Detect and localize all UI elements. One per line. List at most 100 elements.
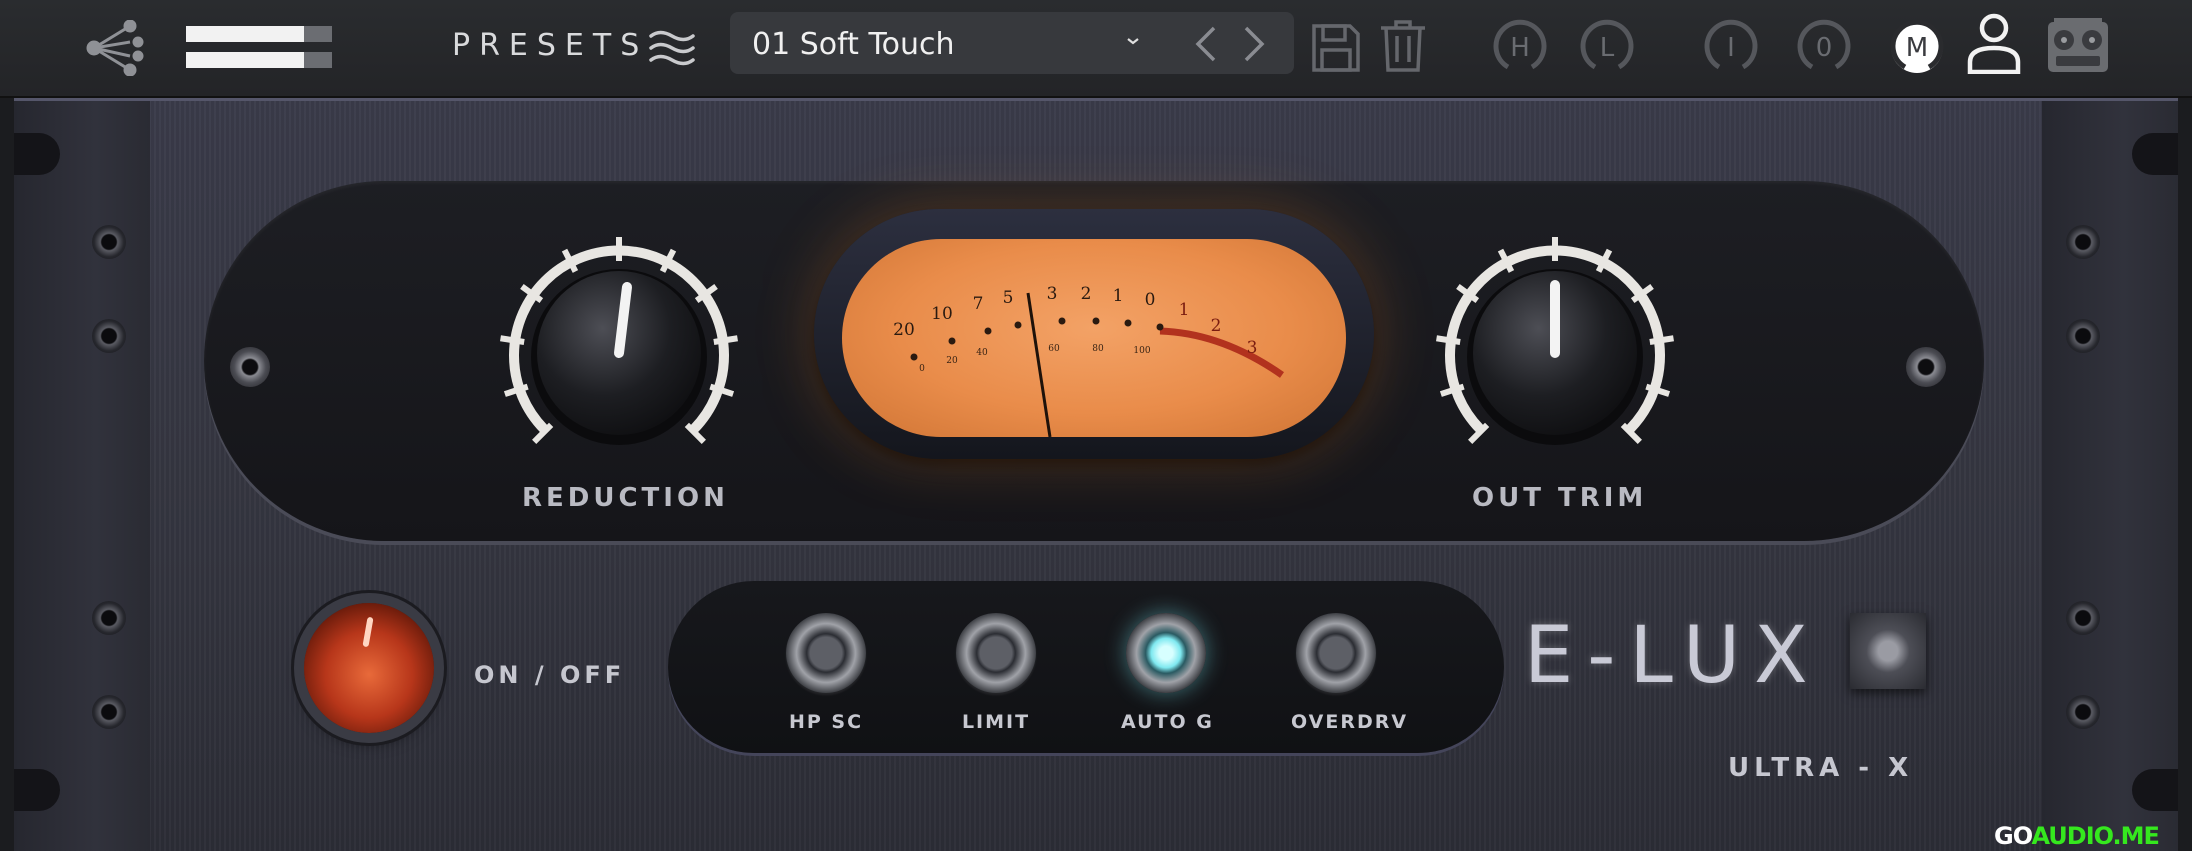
hq-button-letter: H: [1510, 33, 1530, 63]
mono-button-letter: M: [1906, 33, 1928, 63]
watermark-part-a: GO: [1994, 822, 2032, 850]
rack-screw: [2066, 319, 2100, 353]
onoff-label: ON / OFF: [474, 661, 626, 689]
out-trim-knob[interactable]: [1420, 219, 1690, 489]
rack-screw: [2066, 601, 2100, 635]
watermark-part-b: AUDIO.ME: [2031, 822, 2159, 850]
preset-selector[interactable]: 01 Soft Touch: [730, 12, 1294, 74]
previous-preset-icon[interactable]: [1190, 24, 1222, 64]
vu-percent-label: 60: [1048, 344, 1060, 354]
vu-scale-dot: [1156, 323, 1164, 331]
vu-meter: 20 10 7 5 3 2 1 0 1 2 3 0 20 40 60 80 100: [814, 209, 1374, 459]
level-bar-fill-bottom: [186, 52, 304, 68]
vu-scale-label: 7: [973, 294, 984, 314]
overdrive-switch[interactable]: OVERDRV: [1291, 613, 1409, 733]
rack-screw: [92, 225, 126, 259]
vu-scale-label: 2: [1211, 316, 1222, 336]
switch-panel: HP SC LIMIT AUTO G OVERDRV: [668, 581, 1504, 753]
vu-scale-dot: [948, 337, 956, 345]
knob-tick: [1649, 335, 1674, 345]
out-trim-label: OUT TRIM: [1472, 483, 1648, 513]
waves-icon[interactable]: [648, 26, 696, 70]
vu-scale-dot: [910, 353, 918, 361]
rack-screw: [92, 695, 126, 729]
auto-gain-led[interactable]: [1126, 613, 1206, 693]
limit-label: LIMIT: [961, 711, 1031, 733]
trash-icon[interactable]: [1378, 18, 1428, 74]
vu-percent-label: 100: [1133, 346, 1150, 356]
knob-tick: [1436, 335, 1461, 345]
rack-notch: [2132, 133, 2178, 175]
auto-gain-switch[interactable]: AUTO G: [1121, 613, 1214, 733]
vu-scale-dot: [1124, 319, 1132, 327]
rack-notch: [2132, 769, 2178, 811]
panel-screw: [230, 347, 270, 387]
mono-button[interactable]: M: [1888, 18, 1946, 76]
vu-scale-dot: [1014, 321, 1022, 329]
panel-screw: [1906, 347, 1946, 387]
vu-meter-face: 20 10 7 5 3 2 1 0 1 2 3 0 20 40 60 80 100: [842, 239, 1346, 437]
vu-scale-label: 1: [1179, 300, 1190, 320]
next-preset-icon[interactable]: [1238, 24, 1270, 64]
hp-sc-label: HP SC: [788, 711, 864, 733]
rack-screw: [92, 601, 126, 635]
input-button[interactable]: I: [1702, 18, 1760, 76]
vu-needle: [1026, 292, 1052, 437]
overdrive-label: OVERDRV: [1291, 711, 1409, 733]
share-network-icon[interactable]: [86, 19, 148, 77]
save-icon[interactable]: [1310, 22, 1362, 74]
auto-gain-label: AUTO G: [1121, 711, 1214, 733]
tape-machine-icon[interactable]: [2046, 16, 2110, 74]
rack-screw: [2066, 225, 2100, 259]
power-button[interactable]: [304, 603, 434, 733]
rack-screw: [92, 319, 126, 353]
vu-scale-dot: [1092, 317, 1100, 325]
lq-button-letter: L: [1600, 33, 1615, 63]
vu-scale-label: 10: [931, 304, 953, 324]
vu-scale-dot: [984, 327, 992, 335]
vu-scale-label: 3: [1047, 284, 1058, 304]
user-icon[interactable]: [1966, 12, 2022, 75]
vu-percent-label: 40: [976, 348, 988, 358]
zero-button-letter: 0: [1816, 33, 1833, 63]
presets-label[interactable]: PRESETS: [452, 28, 648, 63]
model-name: ULTRA - X: [1728, 753, 1914, 783]
vu-red-zone: [1159, 327, 1285, 378]
power-indicator-mark: [362, 616, 374, 648]
rack-ear-right: [2042, 101, 2178, 851]
rack-ear-left: [14, 101, 150, 851]
vu-scale-label: 20: [893, 320, 915, 340]
vu-percent-label: 20: [946, 356, 958, 366]
rack-notch: [14, 769, 60, 811]
hp-sc-led[interactable]: [786, 613, 866, 693]
vu-percent-label: 80: [1092, 344, 1104, 354]
top-toolbar: PRESETS 01 Soft Touch H L I 0 M: [0, 0, 2192, 98]
rack-notch: [14, 133, 60, 175]
limit-switch[interactable]: LIMIT: [951, 613, 1041, 733]
zero-button[interactable]: 0: [1795, 18, 1853, 76]
hp-sc-switch[interactable]: HP SC: [781, 613, 871, 733]
chevron-down-icon[interactable]: [1120, 28, 1146, 54]
vu-scale-label: 5: [1003, 288, 1014, 308]
vu-scale-label: 2: [1081, 284, 1092, 304]
preset-name[interactable]: 01 Soft Touch: [752, 27, 955, 62]
limit-led[interactable]: [956, 613, 1036, 693]
input-button-letter: I: [1727, 33, 1735, 63]
brand-square-button[interactable]: [1850, 613, 1926, 689]
knob-tick: [713, 335, 738, 345]
vu-scale-dot: [1058, 317, 1066, 325]
hq-button[interactable]: H: [1491, 18, 1549, 76]
overdrive-led[interactable]: [1296, 613, 1376, 693]
watermark: GOAUDIO.ME: [1994, 822, 2160, 850]
knob-tick: [500, 335, 525, 345]
vu-percent-label: 0: [919, 364, 925, 374]
reduction-knob[interactable]: [484, 219, 754, 489]
vu-scale-label: 0: [1145, 290, 1156, 310]
level-bars-icon[interactable]: [186, 24, 332, 74]
plugin-rack: REDUCTION 20 10 7 5 3 2 1 0 1 2 3 0 20 40 60 80 100 OU: [14, 98, 2178, 851]
level-bar-fill-top: [186, 26, 304, 42]
reduction-label: REDUCTION: [522, 483, 729, 513]
vu-scale-label: 1: [1113, 286, 1124, 306]
lq-button[interactable]: L: [1578, 18, 1636, 76]
brand-logo: E-LUX: [1524, 611, 1822, 701]
